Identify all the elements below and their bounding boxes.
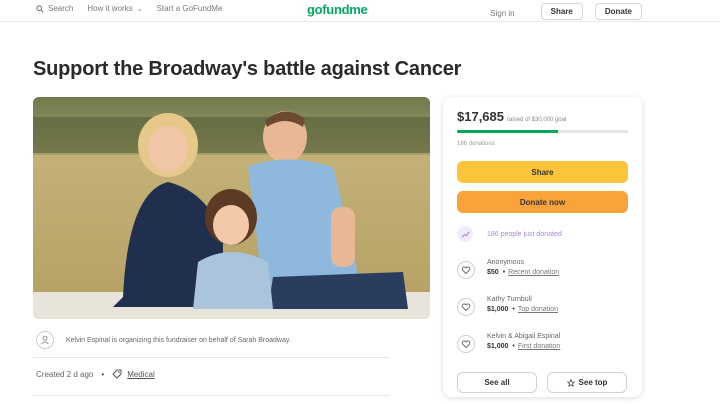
raised-amount: $17,685: [457, 109, 504, 124]
donor-amount: $1,000: [487, 306, 509, 313]
organizer-text: Kelvin Espinal is organizing this fundra…: [66, 336, 291, 344]
donor-detail: $1,000 • First donation: [487, 343, 560, 350]
donor-tag-link[interactable]: First donation: [518, 343, 560, 350]
recent-donations-text: 186 people just donated: [487, 230, 562, 238]
progress-fill: [457, 130, 558, 133]
bullet: •: [512, 343, 515, 350]
progress-bar: [457, 130, 628, 133]
tag-icon: [112, 369, 122, 379]
donor-item: Kelvin & Abigail Espinal $1,000 • First …: [457, 333, 560, 353]
organizer-row: Kelvin Espinal is organizing this fundra…: [36, 331, 291, 349]
category-link[interactable]: Medical: [127, 370, 155, 379]
donor-amount: $1,000: [487, 343, 509, 350]
see-all-button[interactable]: See all: [457, 372, 537, 393]
signin-link[interactable]: Sign in: [490, 9, 514, 18]
see-all-label: See all: [484, 378, 510, 387]
nav-left: Search How it works ⌄ Start a GoFundMe: [36, 4, 236, 13]
raised-summary: $17,685 raised of $30,000 goal: [457, 109, 566, 124]
donor-name: Kelvin & Abigail Espinal: [487, 333, 561, 340]
avatar: [36, 331, 54, 349]
donate-now-button[interactable]: Donate now: [457, 191, 628, 213]
how-it-works-menu[interactable]: How it works ⌄: [87, 4, 142, 13]
bullet: •: [512, 306, 515, 313]
donor-tag-link[interactable]: Recent donation: [508, 269, 559, 276]
donor-item: Kathy Turnbull $1,000 • Top donation: [457, 296, 558, 316]
recent-donations-indicator: 186 people just donated: [457, 226, 562, 242]
bullet: •: [502, 269, 506, 276]
header-donate-button[interactable]: Donate: [594, 3, 642, 20]
created-date: Created 2 d ago: [36, 369, 94, 379]
goal-text: raised of $30,000 goal: [507, 117, 567, 123]
start-gofundme-label: Start a GoFundMe: [156, 4, 223, 13]
search-icon: [36, 4, 44, 13]
star-icon: [566, 378, 575, 387]
see-top-button[interactable]: See top: [547, 372, 627, 393]
header-share-button[interactable]: Share: [540, 3, 583, 20]
donation-card: $17,685 raised of $30,000 goal 186 donat…: [443, 97, 642, 397]
donor-detail: $50 • Recent donation: [487, 269, 559, 276]
campaign-photo: [33, 97, 430, 319]
divider: [33, 357, 390, 358]
separator-dot: •: [101, 369, 105, 379]
donor-heart-icon: [457, 261, 475, 279]
nav-right: Sign in Share Donate: [490, 3, 642, 20]
donor-heart-icon: [457, 298, 475, 316]
gofundme-logo[interactable]: gofundme: [307, 2, 368, 17]
page-title: Support the Broadway's battle against Ca…: [33, 58, 462, 80]
how-it-works-label: How it works: [87, 4, 133, 13]
chevron-down-icon: ⌄: [136, 5, 143, 13]
donor-detail: $1,000 • Top donation: [487, 306, 558, 313]
donor-item: Anonymous $50 • Recent donation: [457, 259, 559, 279]
see-top-label: See top: [578, 378, 608, 387]
campaign-meta: Created 2 d ago • Medical: [36, 369, 155, 379]
trend-up-icon: [457, 226, 473, 242]
search-link[interactable]: Search: [36, 4, 73, 13]
donations-count: 186 donations: [457, 141, 495, 147]
donor-heart-icon: [457, 335, 475, 353]
user-icon: [41, 335, 49, 345]
family-photo-illustration: [33, 97, 430, 319]
donor-name: Kathy Turnbull: [487, 296, 532, 303]
share-button[interactable]: Share: [457, 161, 628, 183]
divider: [33, 395, 390, 396]
donor-tag-link[interactable]: Top donation: [518, 306, 558, 313]
donor-name: Anonymous: [487, 259, 524, 266]
start-gofundme-link[interactable]: Start a GoFundMe: [157, 4, 223, 13]
top-nav: Search How it works ⌄ Start a GoFundMe g…: [0, 0, 720, 22]
donor-amount: $50: [487, 269, 499, 276]
search-label: Search: [48, 4, 74, 13]
